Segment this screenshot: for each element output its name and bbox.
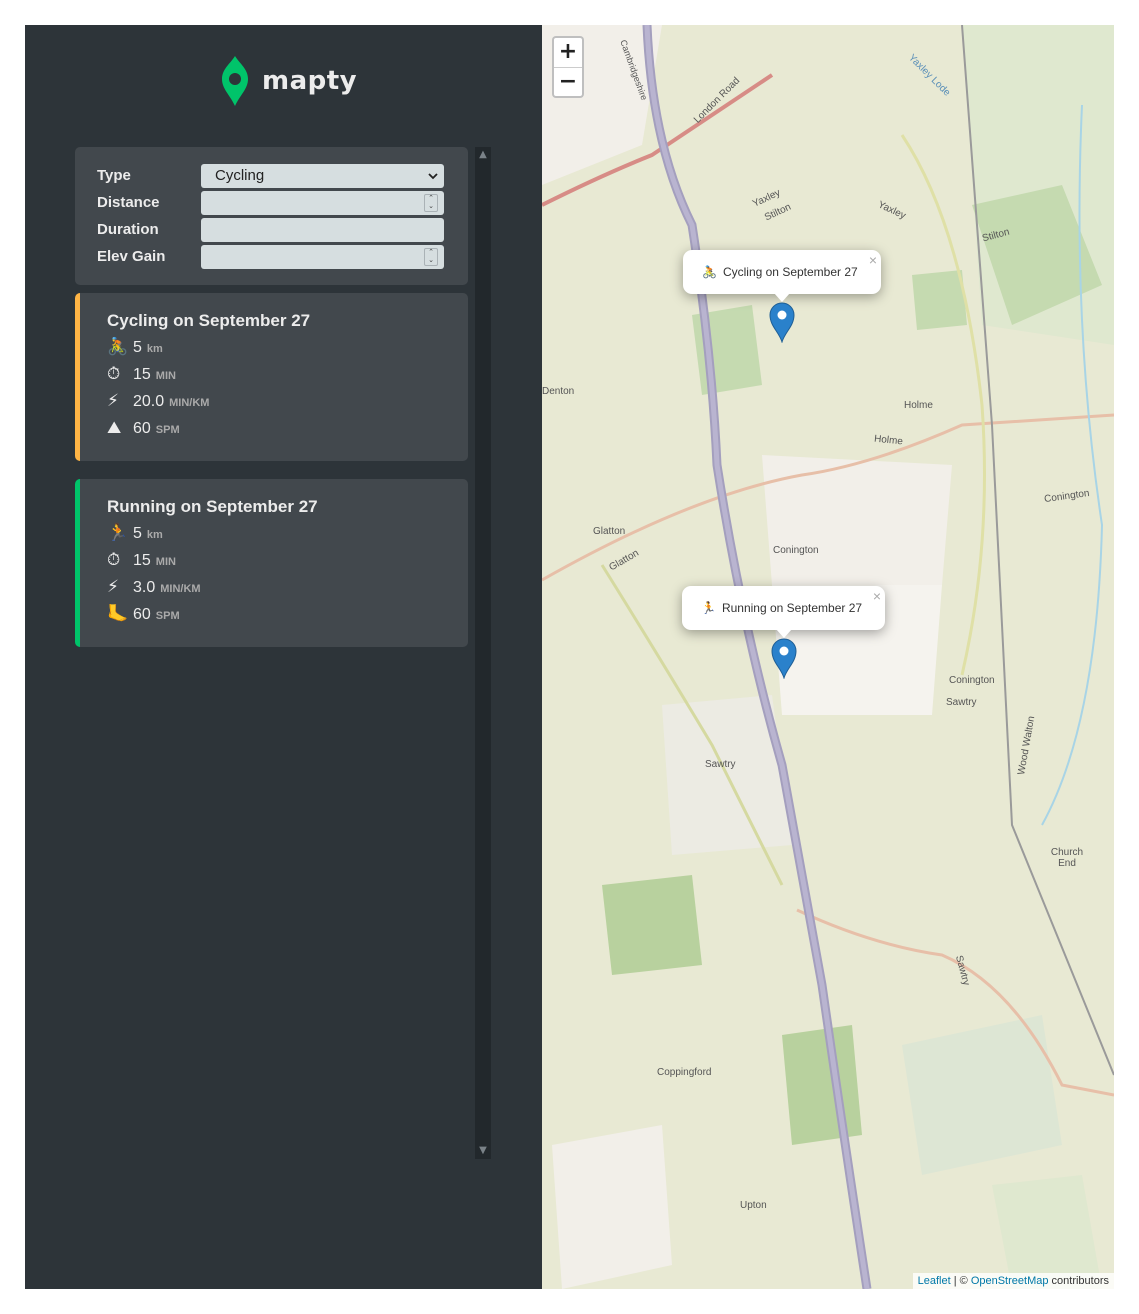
cadence-value: 60: [133, 606, 151, 623]
map-label: Sawtry: [946, 697, 977, 708]
popup-text: Cycling on September 27: [722, 265, 858, 279]
bike-icon: 🚴: [702, 265, 717, 279]
stopwatch-icon: ⏱: [107, 364, 121, 384]
pace-value: 3.0: [133, 579, 156, 596]
mountain-icon: ⛰: [107, 418, 122, 438]
type-select[interactable]: Cycling: [201, 163, 444, 188]
duration-unit: MIN: [155, 556, 176, 568]
app-container: mapty Type Cycling Distance ⌃ ⌄ Duration…: [25, 25, 1114, 1289]
chevron-down-icon: [428, 172, 438, 179]
map-tiles: [542, 25, 1114, 1289]
distance-value: 5: [133, 525, 142, 542]
workout-distance: 🚴 5 km: [107, 337, 441, 364]
zoom-in-button[interactable]: +: [554, 38, 582, 67]
duration-label: Duration: [97, 221, 159, 238]
popup-close-button[interactable]: ×: [869, 252, 877, 268]
osm-link[interactable]: OpenStreetMap: [971, 1275, 1049, 1287]
lightning-icon: ⚡: [107, 577, 119, 597]
map-label: Coppingford: [657, 1067, 712, 1078]
map-label: Conington: [949, 675, 995, 686]
attribution-separator: | ©: [950, 1275, 971, 1287]
map-popup-cycling[interactable]: 🚴 Cycling on September 27 ×: [683, 250, 881, 302]
workouts-list: Type Cycling Distance ⌃ ⌄ Duration Elev …: [75, 147, 468, 647]
distance-label: Distance: [97, 194, 160, 211]
workout-card-running[interactable]: Running on September 27 🏃 5 km ⏱ 15 MIN …: [75, 479, 468, 647]
workout-duration: ⏱ 15 MIN: [107, 550, 441, 577]
form-row-duration: Duration: [97, 216, 446, 243]
map-pin-logo-icon: [222, 56, 248, 106]
zoom-control: + −: [552, 36, 584, 98]
elev-spinner-icon[interactable]: ⌃ ⌄: [424, 247, 438, 266]
map-marker-cycling-icon[interactable]: [769, 302, 795, 343]
workout-speed: ⚡ 20.0 MIN/KM: [107, 391, 441, 418]
type-label: Type: [97, 167, 131, 184]
form-row-elev: Elev Gain ⌃ ⌄: [97, 243, 446, 270]
map-label: Upton: [740, 1200, 767, 1211]
runner-icon: 🏃: [107, 523, 129, 543]
pace-unit: MIN/KM: [160, 583, 201, 595]
attribution-contributors: contributors: [1048, 1275, 1109, 1287]
workout-elevation: ⛰ 60 SPM: [107, 418, 441, 445]
workout-duration: ⏱ 15 MIN: [107, 364, 441, 391]
map-attribution: Leaflet | © OpenStreetMap contributors: [912, 1273, 1114, 1289]
logo: mapty: [220, 55, 357, 107]
map-label: Holme: [904, 400, 933, 411]
map-label: Denton: [542, 386, 575, 397]
form-row-type: Type Cycling: [97, 162, 446, 189]
distance-unit: km: [146, 343, 163, 355]
app-name: mapty: [262, 66, 358, 96]
lightning-icon: ⚡: [107, 391, 119, 411]
sidebar: mapty Type Cycling Distance ⌃ ⌄ Duration…: [25, 25, 542, 1289]
map[interactable]: Yaxley Stilton Yaxley Stilton Holme Holm…: [542, 25, 1114, 1289]
popup-text: Running on September 27: [721, 601, 863, 615]
distance-spinner-icon[interactable]: ⌃ ⌄: [424, 193, 438, 212]
type-select-value: Cycling: [215, 167, 265, 184]
form-row-distance: Distance ⌃ ⌄: [97, 189, 446, 216]
map-label: Church End: [1050, 847, 1084, 869]
workout-cadence: 🦶 60 SPM: [107, 604, 441, 631]
zoom-out-button[interactable]: −: [554, 67, 582, 96]
workout-title: Running on September 27: [107, 497, 318, 516]
map-marker-running-icon[interactable]: [771, 638, 797, 679]
workout-form: Type Cycling Distance ⌃ ⌄ Duration Elev …: [75, 147, 468, 285]
workout-title: Cycling on September 27: [107, 311, 311, 330]
workout-pace: ⚡ 3.0 MIN/KM: [107, 577, 441, 604]
duration-input[interactable]: [201, 217, 444, 242]
workout-card-cycling[interactable]: Cycling on September 27 🚴 5 km ⏱ 15 MIN …: [75, 293, 468, 461]
elevation-value: 60: [133, 420, 151, 437]
popup-close-button[interactable]: ×: [873, 588, 881, 604]
map-label: Glatton: [593, 526, 626, 537]
distance-input[interactable]: ⌃ ⌄: [201, 190, 444, 215]
distance-unit: km: [146, 529, 163, 541]
leaflet-link[interactable]: Leaflet: [918, 1275, 951, 1287]
elev-gain-label: Elev Gain: [97, 248, 166, 265]
workouts-scrollbar[interactable]: ▲ ▼: [475, 147, 491, 1159]
bike-icon: 🚴: [107, 337, 129, 357]
foot-icon: 🦶: [107, 604, 129, 624]
scroll-up-icon[interactable]: ▲: [475, 147, 491, 163]
workout-distance: 🏃 5 km: [107, 523, 441, 550]
speed-value: 20.0: [133, 393, 165, 410]
distance-value: 5: [133, 339, 142, 356]
elev-gain-input[interactable]: ⌃ ⌄: [201, 244, 444, 269]
scroll-down-icon[interactable]: ▼: [475, 1143, 491, 1159]
cadence-unit: SPM: [155, 610, 180, 622]
speed-unit: MIN/KM: [169, 397, 210, 409]
map-label: Conington: [773, 545, 819, 556]
elevation-unit: SPM: [155, 424, 180, 436]
map-popup-running[interactable]: 🏃 Running on September 27 ×: [682, 586, 885, 638]
duration-value: 15: [133, 552, 151, 569]
duration-unit: MIN: [155, 370, 176, 382]
runner-icon: 🏃: [701, 601, 716, 615]
map-label: Sawtry: [705, 759, 736, 770]
stopwatch-icon: ⏱: [107, 550, 121, 570]
duration-value: 15: [133, 366, 151, 383]
